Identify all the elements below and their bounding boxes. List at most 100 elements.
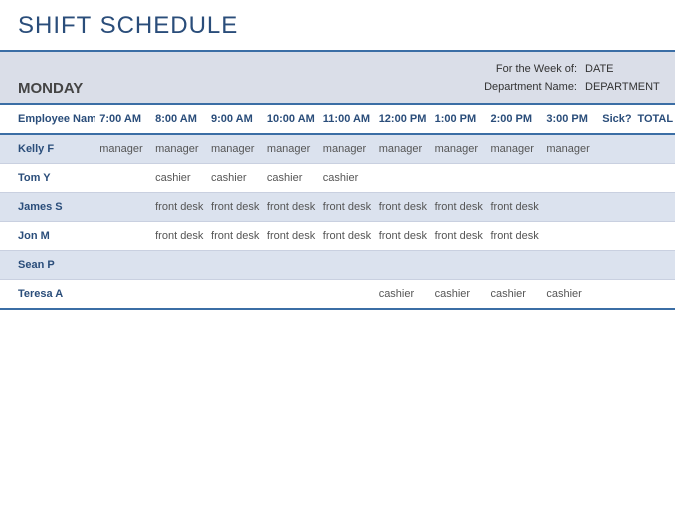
employee-name: Sean P	[0, 251, 95, 280]
shift-cell	[95, 222, 151, 251]
table-row: Kelly Fmanagermanagermanagermanagermanag…	[0, 134, 675, 164]
shift-cell: cashier	[207, 164, 263, 193]
employee-name: Jon M	[0, 222, 95, 251]
shift-cell: manager	[207, 134, 263, 164]
shift-cell: cashier	[431, 280, 487, 310]
col-total: TOTAL	[633, 105, 675, 134]
employee-name: Tom Y	[0, 164, 95, 193]
table-row: Teresa Acashiercashiercashiercashier	[0, 280, 675, 310]
department-label: Department Name:	[467, 81, 577, 93]
sick-cell	[598, 251, 633, 280]
shift-cell	[263, 280, 319, 310]
shift-cell	[319, 280, 375, 310]
total-cell	[633, 251, 675, 280]
total-cell	[633, 280, 675, 310]
total-cell	[633, 164, 675, 193]
col-sick: Sick?	[598, 105, 633, 134]
shift-cell	[151, 280, 207, 310]
shift-cell	[375, 164, 431, 193]
col-time: 9:00 AM	[207, 105, 263, 134]
shift-cell: manager	[542, 134, 598, 164]
col-time: 2:00 PM	[486, 105, 542, 134]
shift-cell: front desk	[207, 193, 263, 222]
total-cell	[633, 193, 675, 222]
shift-cell	[375, 251, 431, 280]
employee-name: James S	[0, 193, 95, 222]
info-bar: MONDAY For the Week of: DATE Department …	[0, 52, 675, 105]
col-time: 7:00 AM	[95, 105, 151, 134]
shift-cell	[95, 280, 151, 310]
shift-cell	[486, 164, 542, 193]
shift-cell: manager	[486, 134, 542, 164]
shift-cell	[95, 164, 151, 193]
shift-cell	[319, 251, 375, 280]
sick-cell	[598, 134, 633, 164]
shift-cell	[263, 251, 319, 280]
col-employee: Employee Name	[0, 105, 95, 134]
shift-cell	[151, 251, 207, 280]
shift-cell: cashier	[542, 280, 598, 310]
shift-cell	[542, 193, 598, 222]
shift-cell: front desk	[431, 222, 487, 251]
shift-cell	[542, 164, 598, 193]
shift-cell: front desk	[486, 193, 542, 222]
page-title: SHIFT SCHEDULE	[0, 0, 675, 52]
shift-cell: front desk	[151, 193, 207, 222]
shift-cell: manager	[431, 134, 487, 164]
info-right: For the Week of: DATE Department Name: D…	[467, 60, 665, 96]
schedule-table: Employee Name 7:00 AM 8:00 AM 9:00 AM 10…	[0, 105, 675, 310]
shift-cell: front desk	[263, 222, 319, 251]
shift-cell	[95, 251, 151, 280]
total-cell	[633, 134, 675, 164]
col-time: 3:00 PM	[542, 105, 598, 134]
sick-cell	[598, 280, 633, 310]
shift-cell	[207, 280, 263, 310]
shift-cell	[542, 251, 598, 280]
sick-cell	[598, 164, 633, 193]
shift-cell: cashier	[263, 164, 319, 193]
shift-cell	[95, 193, 151, 222]
shift-cell	[542, 222, 598, 251]
header-row: Employee Name 7:00 AM 8:00 AM 9:00 AM 10…	[0, 105, 675, 134]
shift-cell: front desk	[375, 193, 431, 222]
day-label: MONDAY	[18, 80, 83, 97]
shift-cell: manager	[375, 134, 431, 164]
department-value: DEPARTMENT	[585, 81, 665, 93]
shift-cell: front desk	[319, 222, 375, 251]
shift-cell: manager	[319, 134, 375, 164]
employee-name: Kelly F	[0, 134, 95, 164]
shift-cell: front desk	[207, 222, 263, 251]
shift-cell: front desk	[151, 222, 207, 251]
table-row: Jon Mfront deskfront deskfront deskfront…	[0, 222, 675, 251]
shift-cell	[207, 251, 263, 280]
shift-cell: manager	[95, 134, 151, 164]
col-time: 1:00 PM	[431, 105, 487, 134]
table-row: Tom Ycashiercashiercashiercashier	[0, 164, 675, 193]
shift-cell: cashier	[375, 280, 431, 310]
sick-cell	[598, 193, 633, 222]
shift-cell	[431, 164, 487, 193]
sick-cell	[598, 222, 633, 251]
table-row: Sean P	[0, 251, 675, 280]
col-time: 10:00 AM	[263, 105, 319, 134]
col-time: 11:00 AM	[319, 105, 375, 134]
total-cell	[633, 222, 675, 251]
shift-cell	[431, 251, 487, 280]
shift-cell: front desk	[263, 193, 319, 222]
shift-cell: manager	[151, 134, 207, 164]
shift-cell: front desk	[319, 193, 375, 222]
shift-cell	[486, 251, 542, 280]
col-time: 12:00 PM	[375, 105, 431, 134]
week-of-value: DATE	[585, 63, 665, 75]
shift-cell: cashier	[319, 164, 375, 193]
shift-cell: front desk	[486, 222, 542, 251]
col-time: 8:00 AM	[151, 105, 207, 134]
shift-cell: cashier	[151, 164, 207, 193]
employee-name: Teresa A	[0, 280, 95, 310]
shift-cell: manager	[263, 134, 319, 164]
table-row: James Sfront deskfront deskfront deskfro…	[0, 193, 675, 222]
week-of-label: For the Week of:	[467, 63, 577, 75]
shift-cell: front desk	[375, 222, 431, 251]
shift-cell: cashier	[486, 280, 542, 310]
shift-cell: front desk	[431, 193, 487, 222]
